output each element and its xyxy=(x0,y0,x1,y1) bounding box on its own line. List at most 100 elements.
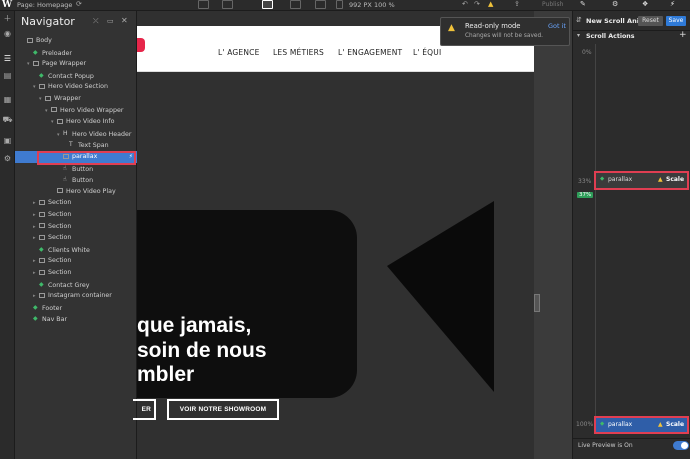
navigator-item[interactable]: Hero Video Play xyxy=(15,186,137,198)
device-laptop-icon[interactable] xyxy=(222,0,233,9)
action-type: Scale xyxy=(666,176,685,183)
live-preview-toggle[interactable] xyxy=(673,441,689,450)
pct-mid: 33% xyxy=(578,178,592,185)
interactions-icon[interactable]: ⚡ xyxy=(670,0,675,8)
heading-icon: H xyxy=(63,129,68,137)
navigator-item[interactable]: Body xyxy=(15,35,137,47)
collapse-icon[interactable]: ⤫ xyxy=(93,17,99,26)
navigator-item-label: Section xyxy=(48,234,72,242)
back-icon[interactable]: ⇵ xyxy=(576,16,582,24)
navigator-item[interactable]: ▾ Hero Video Info xyxy=(15,116,137,128)
navigator-item-label: Section xyxy=(48,211,72,218)
pages-icon[interactable]: ▤ xyxy=(2,71,13,81)
navigator-item-label: Instagram container xyxy=(48,292,112,300)
pin-icon[interactable]: ▭ xyxy=(107,17,114,25)
navigator-item[interactable]: ▾ H Hero Video Header xyxy=(15,128,137,140)
resize-handle[interactable] xyxy=(534,294,540,312)
comp-icon: ◆ xyxy=(39,280,44,288)
element-icon: ◆ xyxy=(600,176,605,182)
hero-line-1: que jamais, xyxy=(137,314,252,337)
navigator-item-label: Hero Video Section xyxy=(48,83,108,91)
action-type: Scale xyxy=(666,421,685,428)
device-tablet-icon[interactable] xyxy=(290,0,301,9)
section-icon xyxy=(39,211,45,217)
action-card-bottom[interactable]: ◆ parallax ▲ Scale xyxy=(594,416,689,434)
hero-button-showroom[interactable]: VOIR NOTRE SHOWROOM xyxy=(167,399,279,420)
refresh-icon[interactable]: ⟳ xyxy=(76,0,82,8)
share-icon[interactable]: ⇪ xyxy=(514,0,520,8)
navigator-item[interactable]: ▸ Section xyxy=(15,267,137,279)
navigator-item[interactable]: ▸ Section xyxy=(15,221,137,233)
symbols-icon[interactable]: ◉ xyxy=(2,29,13,39)
settings-icon[interactable]: ⚙ xyxy=(612,0,618,8)
navigator-item[interactable]: ◆ Footer xyxy=(15,302,137,314)
navigator-item[interactable]: ▸ Section xyxy=(15,209,137,221)
navigator-item-label: Hero Video Play xyxy=(66,187,116,195)
warning-icon: ▲ xyxy=(658,176,663,183)
save-button[interactable]: Save xyxy=(666,16,686,26)
navigator-item-label: Body xyxy=(36,37,52,44)
box-icon xyxy=(57,118,63,124)
navigator-item-label: Section xyxy=(48,257,72,265)
comp-icon: ◆ xyxy=(33,48,38,56)
device-mobile-icon[interactable] xyxy=(336,0,343,9)
device-base-icon[interactable] xyxy=(262,0,273,9)
navigator-icon[interactable]: ☰ xyxy=(2,54,13,64)
navigator-item[interactable]: ▸ Section xyxy=(15,255,137,267)
section-icon xyxy=(39,234,45,240)
reset-button[interactable]: Reset xyxy=(638,16,663,26)
menu-engagement[interactable]: L' ENGAGEMENT xyxy=(338,48,402,57)
navigator-item[interactable]: ▾ Hero Video Wrapper xyxy=(15,105,137,117)
box-icon xyxy=(27,37,33,43)
brush-icon[interactable]: ✎ xyxy=(580,0,586,8)
navigator-item[interactable]: ◆ Preloader xyxy=(15,47,137,59)
add-icon[interactable]: ＋ xyxy=(2,14,13,24)
publish-button[interactable]: Publish xyxy=(542,1,563,8)
navigator-item[interactable]: ▸ Instagram container xyxy=(15,290,137,302)
assets-icon[interactable]: ▣ xyxy=(2,136,13,146)
settings-small-icon[interactable]: ⚙ xyxy=(2,154,13,164)
device-mobile-landscape-icon[interactable] xyxy=(315,0,326,9)
design-canvas[interactable]: L' AGENCE LES MÉTIERS L' ENGAGEMENT L' É… xyxy=(133,11,534,459)
got-it-button[interactable]: Got it xyxy=(548,22,566,30)
navigator-item[interactable]: ▾ Page Wrapper xyxy=(15,58,137,70)
viewport-width: 992 PX xyxy=(349,1,372,9)
undo-icon[interactable]: ↶ xyxy=(462,0,468,8)
navigator-item-label: Button xyxy=(72,165,94,173)
hero-button-left[interactable]: ER xyxy=(133,399,156,420)
navigator-item[interactable]: T Text Span xyxy=(15,139,137,151)
menu-metiers[interactable]: LES MÉTIERS xyxy=(273,48,324,57)
page-selector[interactable]: Page: Homepage xyxy=(17,1,72,9)
comp-icon: ◆ xyxy=(33,303,38,311)
ecommerce-icon[interactable]: ⛟ xyxy=(2,115,13,125)
device-desktop-icon[interactable] xyxy=(198,0,209,9)
comp-icon: ◆ xyxy=(39,71,44,79)
warning-icon: ▲ xyxy=(658,421,663,428)
webflow-logo[interactable]: W xyxy=(2,0,12,10)
action-card-top[interactable]: ◆ parallax ▲ Scale xyxy=(594,171,689,190)
drops-icon[interactable]: ❖ xyxy=(642,0,648,8)
navigator-item[interactable]: ◆ Contact Popup xyxy=(15,70,137,82)
menu-agence[interactable]: L' AGENCE xyxy=(218,48,260,57)
cms-icon[interactable]: ▦ xyxy=(2,95,13,105)
collapse-caret-icon[interactable]: ▾ xyxy=(577,32,580,39)
navigator-item[interactable]: ▾ Wrapper xyxy=(15,93,137,105)
redo-icon[interactable]: ↷ xyxy=(474,0,480,8)
navigator-item[interactable]: ▸ Section xyxy=(15,232,137,244)
close-icon[interactable]: ✕ xyxy=(121,16,128,25)
menu-equipe[interactable]: L' ÉQUI xyxy=(413,48,441,57)
navigator-item[interactable]: ▸ Section xyxy=(15,197,137,209)
navigator-item[interactable]: ◆ Nav Bar xyxy=(15,313,137,325)
warning-icon[interactable]: ▲ xyxy=(488,0,493,8)
box-icon xyxy=(57,188,63,194)
navigator-item-label: Hero Video Header xyxy=(72,130,132,138)
navigator-item[interactable]: ☝ Button xyxy=(15,174,137,186)
site-logo[interactable] xyxy=(137,38,145,52)
add-action-icon[interactable]: + xyxy=(679,30,687,40)
navigator-item-label: Section xyxy=(48,222,72,230)
navigator-item[interactable]: ◆ Clients White xyxy=(15,244,137,256)
box-icon xyxy=(51,107,57,113)
navigator-item[interactable]: ◆ Contact Grey xyxy=(15,279,137,291)
toast-title: Read-only mode xyxy=(465,22,521,30)
navigator-item[interactable]: ▾ Hero Video Section xyxy=(15,81,137,93)
